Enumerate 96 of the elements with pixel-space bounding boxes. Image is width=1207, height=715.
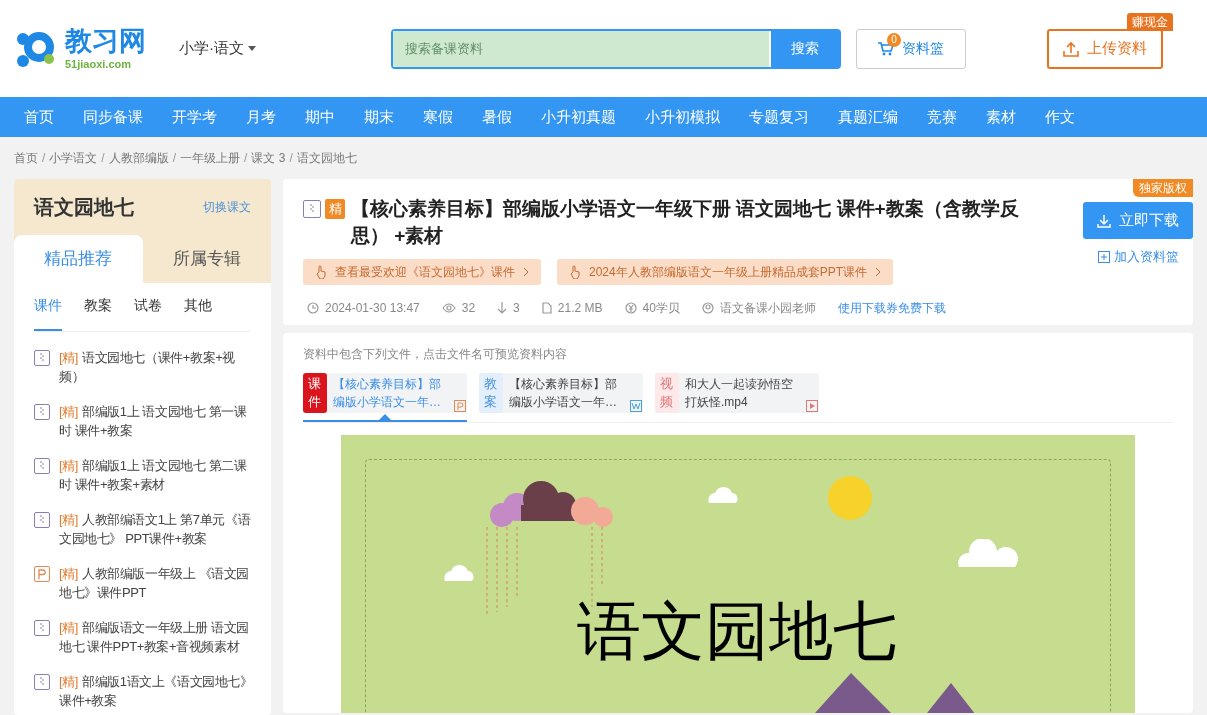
breadcrumb-separator: / xyxy=(244,150,248,167)
file-icon xyxy=(541,302,552,314)
add-to-cart-link[interactable]: 加入资料篮 xyxy=(1097,247,1179,267)
zip-file-icon xyxy=(34,620,50,636)
zip-file-icon xyxy=(34,458,50,474)
switch-lesson-link[interactable]: 切换课文 xyxy=(203,198,251,216)
breadcrumb-separator: / xyxy=(42,150,46,167)
resource-link[interactable]: [精] 人教部编版一年级上 《语文园地七》课件PPT xyxy=(59,564,257,602)
clock-icon xyxy=(307,302,319,314)
breadcrumb-separator: / xyxy=(101,150,105,167)
nav-link[interactable]: 首页 xyxy=(24,105,54,129)
cart-button[interactable]: 资料篮 0 xyxy=(856,28,966,69)
sidebar-title: 语文园地七 xyxy=(34,195,134,220)
caret-icon xyxy=(248,46,256,51)
video-file-icon xyxy=(806,400,818,412)
breadcrumb-link[interactable]: 小学语文 xyxy=(49,149,98,167)
nav-link[interactable]: 同步备课 xyxy=(83,105,143,129)
upload-badge: 赚现金 xyxy=(1127,13,1173,31)
word-file-icon xyxy=(630,400,642,412)
exclusive-badge: 独家版权 xyxy=(1133,179,1193,197)
category-tab[interactable]: 课件 xyxy=(34,295,62,331)
download-icon xyxy=(1097,213,1111,228)
cloud-icon xyxy=(955,539,1019,569)
file-tab[interactable]: 教案 【核心素养目标】部编版小学语文一年… xyxy=(479,373,643,413)
premium-badge: 精 xyxy=(325,199,345,219)
nav-link[interactable]: 暑假 xyxy=(482,105,512,129)
resource-link[interactable]: [精] 部编版1上 语文园地七 第二课时 课件+教案+素材 xyxy=(59,456,257,494)
hand-pointer-icon xyxy=(315,265,327,279)
coupon-link[interactable]: 使用下载券免费下载 xyxy=(837,299,946,317)
cart-count: 0 xyxy=(887,32,901,47)
download-count: 3 xyxy=(513,300,520,317)
resource-link[interactable]: [精] 部编版1上 语文园地七 第一课时 课件+教案 xyxy=(59,402,257,440)
ppt-file-icon xyxy=(34,566,50,582)
nav-link[interactable]: 竞赛 xyxy=(927,105,957,129)
nav-link[interactable]: 寒假 xyxy=(423,105,453,129)
nav-link[interactable]: 小升初真题 xyxy=(541,105,616,129)
chevron-right-icon xyxy=(875,267,882,277)
file-size: 21.2 MB xyxy=(557,300,603,317)
resource-link[interactable]: [精] 人教部编语文1上 第7单元《语文园地七》 PPT课件+教案 xyxy=(59,510,257,548)
resource-title: 【核心素养目标】部编版小学语文一年级下册 语文园地七 课件+教案（含教学反思） +素材 xyxy=(351,197,1020,248)
cloud-icon xyxy=(705,485,741,505)
nav-link[interactable]: 期中 xyxy=(305,105,335,129)
zip-file-icon xyxy=(34,350,50,366)
nav-link[interactable]: 专题复习 xyxy=(749,105,809,129)
breadcrumb-separator: / xyxy=(172,150,177,167)
cart-icon xyxy=(878,41,894,56)
nav-link[interactable]: 小升初模拟 xyxy=(645,105,720,129)
breadcrumb-link[interactable]: 人教部编版 xyxy=(108,149,169,167)
subject-dropdown[interactable]: 小学·语文 xyxy=(179,37,389,60)
plus-square-icon xyxy=(1097,250,1110,263)
nav-link[interactable]: 开学考 xyxy=(172,105,217,129)
download-icon xyxy=(497,302,508,314)
file-tab[interactable]: 课件 【核心素养目标】部编版小学语文一年… xyxy=(303,373,467,413)
logo-text: 教习网 xyxy=(65,27,146,55)
sidebar-tab[interactable]: 所属专辑 xyxy=(142,235,271,283)
slide-title: 语文园地七 xyxy=(577,593,897,669)
ppt-file-icon xyxy=(454,400,466,412)
user-icon xyxy=(701,302,714,314)
files-hint: 资料中包含下列文件，点击文件名可预览资料内容 xyxy=(303,346,568,363)
logo-domain: 51jiaoxi.com xyxy=(65,58,133,70)
promo-link[interactable]: 2024年人教部编版语文一年级上册精品成套PPT课件 xyxy=(557,259,894,285)
zip-file-icon xyxy=(303,200,321,218)
cloud-icon xyxy=(441,563,477,583)
resource-link[interactable]: [精] 语文园地七（课件+教案+视频） xyxy=(59,348,257,386)
nav-link[interactable]: 作文 xyxy=(1045,105,1075,129)
category-tab[interactable]: 教案 xyxy=(84,295,112,331)
nav-link[interactable]: 期末 xyxy=(364,105,394,129)
breadcrumb-link[interactable]: 首页 xyxy=(14,149,38,167)
zip-file-icon xyxy=(34,404,50,420)
zip-file-icon xyxy=(34,512,50,528)
coin-icon xyxy=(624,302,637,314)
sun-drawing xyxy=(827,475,873,521)
hand-pointer-icon xyxy=(569,265,581,279)
chevron-right-icon xyxy=(523,267,529,277)
download-button[interactable]: 立即下载 xyxy=(1083,202,1193,239)
nav-link[interactable]: 真题汇编 xyxy=(838,105,898,129)
resource-link[interactable]: [精] 部编版1语文上《语文园地七》课件+教案 xyxy=(59,672,257,710)
sidebar-tab[interactable]: 精品推荐 xyxy=(14,235,143,283)
breadcrumb-separator: / xyxy=(289,150,293,167)
eye-icon xyxy=(441,303,456,313)
resource-link[interactable]: [精] 部编版语文一年级上册 语文园地七 课件PPT+教案+音视频素材 xyxy=(59,618,257,656)
zip-file-icon xyxy=(34,674,50,690)
price: 40学贝 xyxy=(642,300,680,317)
breadcrumb-link[interactable]: 语文园地七 xyxy=(296,149,357,167)
upload-date: 2024-01-30 13:47 xyxy=(325,300,420,317)
promo-link[interactable]: 查看最受欢迎《语文园地七》课件 xyxy=(303,259,541,285)
nav-link[interactable]: 素材 xyxy=(986,105,1016,129)
upload-icon xyxy=(1063,40,1079,57)
breadcrumb-link[interactable]: 一年级上册 xyxy=(180,149,241,167)
file-tab[interactable]: 视频 和大人一起读孙悟空打妖怪.mp4 xyxy=(655,373,819,413)
category-tab[interactable]: 试卷 xyxy=(134,295,162,331)
breadcrumb-link[interactable]: 课文 3 xyxy=(251,149,286,167)
view-count: 32 xyxy=(461,300,476,317)
author-name: 语文备课小园老师 xyxy=(719,300,816,317)
category-tab[interactable]: 其他 xyxy=(184,295,212,331)
nav-link[interactable]: 月考 xyxy=(246,105,276,129)
